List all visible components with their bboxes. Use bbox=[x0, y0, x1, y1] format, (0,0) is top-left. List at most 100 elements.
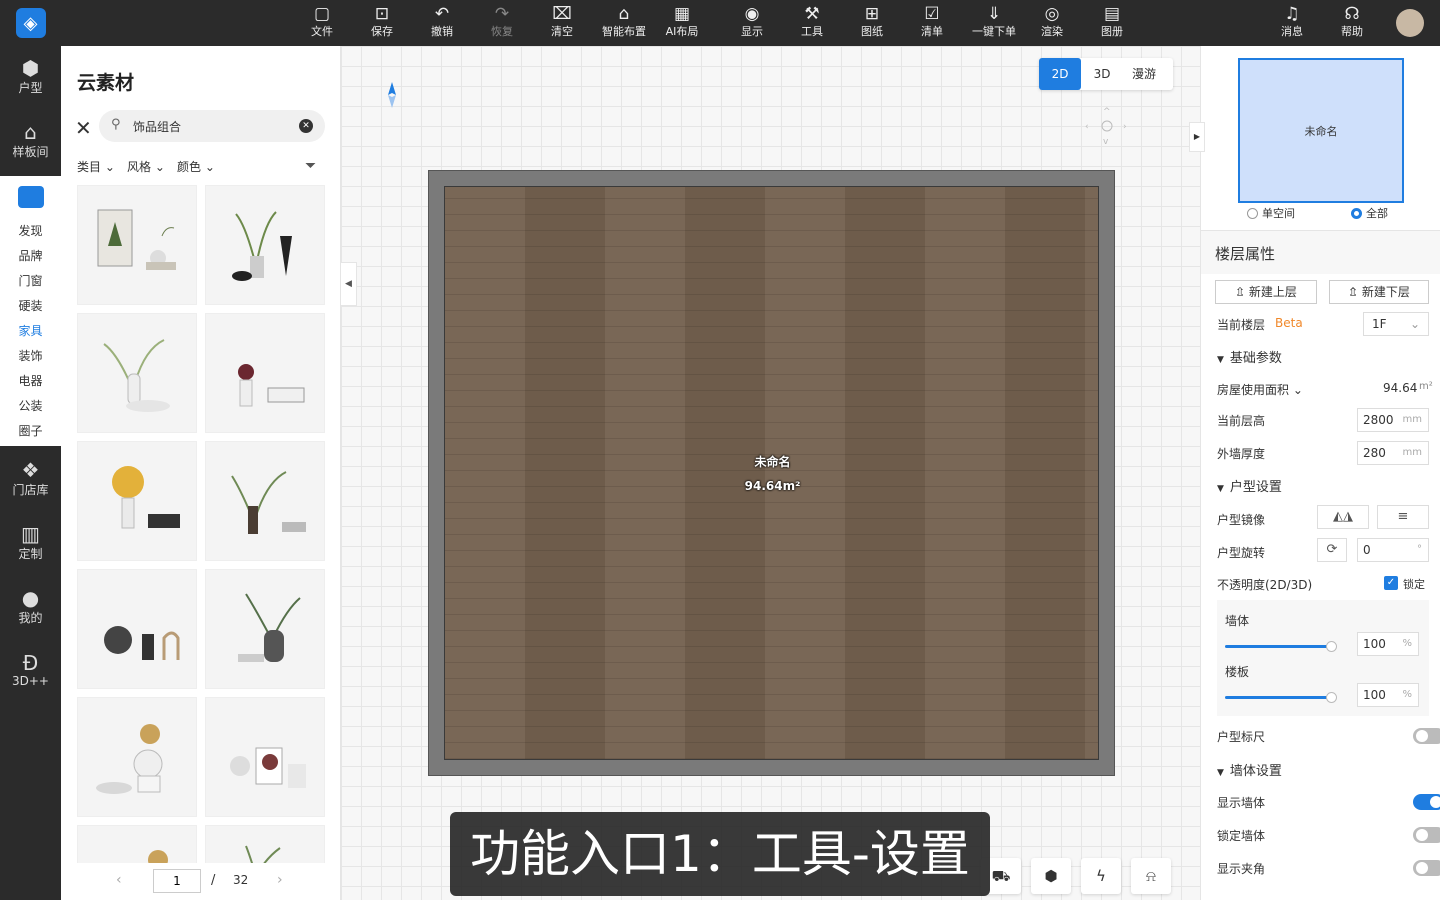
material-card[interactable] bbox=[205, 313, 325, 433]
mirror-horizontal-button[interactable]: ◭◮ bbox=[1317, 505, 1369, 529]
material-card[interactable] bbox=[77, 441, 197, 561]
material-card[interactable] bbox=[205, 441, 325, 561]
nav-sub-brand[interactable]: 品牌 bbox=[0, 247, 61, 264]
clear-button[interactable]: ⌧ 清空 bbox=[534, 4, 590, 44]
view-2d-button[interactable]: 2D bbox=[1039, 58, 1081, 90]
lock-wall-toggle[interactable] bbox=[1413, 827, 1440, 843]
bell-icon: ♫ bbox=[1284, 4, 1300, 24]
file-button[interactable]: ▢ 文件 bbox=[294, 4, 350, 44]
nav-sub-commercial[interactable]: 公装 bbox=[0, 397, 61, 414]
album-button[interactable]: ▤ 图册 bbox=[1084, 4, 1140, 44]
section-layout[interactable]: ▼ 户型设置 bbox=[1217, 476, 1282, 495]
view-walk-button[interactable]: 漫游 bbox=[1123, 58, 1165, 90]
new-lower-floor-button[interactable]: ⇬ 新建下层 bbox=[1329, 280, 1429, 304]
slider-handle[interactable] bbox=[1326, 692, 1337, 703]
material-grid bbox=[77, 185, 327, 863]
material-card[interactable] bbox=[205, 697, 325, 817]
display-button[interactable]: ◉ 显示 bbox=[724, 4, 780, 44]
material-card[interactable] bbox=[77, 313, 197, 433]
show-angle-toggle[interactable] bbox=[1413, 860, 1440, 876]
floor-height-input[interactable]: 2800 mm bbox=[1357, 408, 1429, 432]
wall-opacity-input[interactable]: 100% bbox=[1357, 632, 1419, 656]
nav-sub-decor[interactable]: 装饰 bbox=[0, 347, 61, 364]
nav-sub-furniture[interactable]: 家具 bbox=[0, 322, 61, 339]
section-wall[interactable]: ▼ 墙体设置 bbox=[1217, 760, 1282, 779]
chevron-right-icon[interactable]: ▶ bbox=[1189, 122, 1205, 152]
chevron-left-icon[interactable]: ‹ bbox=[116, 872, 122, 888]
help-button[interactable]: ☊ 帮助 bbox=[1324, 4, 1380, 44]
room-floor[interactable]: 未命名 94.64m² bbox=[444, 186, 1099, 760]
checklist-button[interactable]: ☑ 清单 bbox=[904, 4, 960, 44]
close-icon[interactable]: ✕ bbox=[75, 116, 92, 140]
nav-floorplan[interactable]: ⬢ 户型 bbox=[0, 48, 61, 104]
floor-properties-header: 楼层属性 bbox=[1201, 230, 1440, 274]
material-card[interactable] bbox=[77, 569, 197, 689]
radio-icon bbox=[1247, 207, 1258, 219]
render-button[interactable]: ◎ 渲染 bbox=[1024, 4, 1080, 44]
avatar[interactable] bbox=[1396, 9, 1424, 37]
filter-style[interactable]: 风格 ⌄ bbox=[127, 158, 165, 175]
ai-layout-button[interactable]: ▦ AI布局 bbox=[654, 4, 710, 44]
material-card[interactable] bbox=[77, 185, 197, 305]
notify-button[interactable]: ⍾ bbox=[1131, 858, 1171, 894]
material-card[interactable] bbox=[77, 697, 197, 817]
flash-button[interactable]: ϟ bbox=[1081, 858, 1121, 894]
page-input[interactable] bbox=[153, 869, 201, 893]
clear-search-icon[interactable]: ✕ bbox=[299, 119, 313, 133]
design-canvas[interactable]: 2D 3D 漫游 ^ ‹ › v 未命名 94.64m² ⛟ ⬢ ϟ ⍾ bbox=[341, 46, 1200, 900]
show-wall-toggle[interactable] bbox=[1413, 794, 1440, 810]
slab-opacity-slider[interactable] bbox=[1225, 692, 1337, 703]
material-card[interactable] bbox=[205, 569, 325, 689]
model-button[interactable]: ⬢ bbox=[1031, 858, 1071, 894]
nav-sub-circle[interactable]: 圈子 bbox=[0, 422, 61, 439]
radio-single-space[interactable]: 单空间 bbox=[1247, 205, 1295, 221]
nav-sub-doors[interactable]: 门窗 bbox=[0, 272, 61, 289]
funnel-icon[interactable]: ⏷ bbox=[305, 158, 316, 174]
rotate-45-button[interactable]: ⟳ bbox=[1317, 538, 1347, 562]
lock-wall-row: 锁定墙体 bbox=[1217, 823, 1440, 847]
new-upper-floor-button[interactable]: ⇫ 新建上层 bbox=[1215, 280, 1317, 304]
drawings-button[interactable]: ⊞ 图纸 bbox=[844, 4, 900, 44]
undo-button[interactable]: ↶ 撤销 bbox=[414, 4, 470, 44]
nav-mine[interactable]: ● 我的 bbox=[0, 578, 61, 634]
view-3d-button[interactable]: 3D bbox=[1081, 58, 1123, 90]
save-button[interactable]: ⊡ 保存 bbox=[354, 4, 410, 44]
nav-store-library[interactable]: ❖ 门店库 bbox=[0, 450, 61, 506]
collapse-panel-button[interactable]: ◀ bbox=[341, 262, 357, 306]
rotate-input[interactable]: 0 ° bbox=[1357, 538, 1429, 562]
nav-showroom[interactable]: ⌂ 样板间 bbox=[0, 112, 61, 168]
messages-button[interactable]: ♫ 消息 bbox=[1264, 4, 1320, 44]
redo-button[interactable]: ↷ 恢复 bbox=[474, 4, 530, 44]
slider-handle[interactable] bbox=[1326, 641, 1337, 652]
material-card[interactable] bbox=[205, 825, 325, 863]
filter-category[interactable]: 类目 ⌄ bbox=[77, 158, 115, 175]
one-click-order-button[interactable]: ⇓ 一键下单 bbox=[964, 4, 1024, 44]
minimap-room[interactable]: 未命名 bbox=[1238, 58, 1404, 203]
tools-button[interactable]: ⚒ 工具 bbox=[784, 4, 840, 44]
material-card[interactable] bbox=[205, 185, 325, 305]
wall-thickness-input[interactable]: 280 mm bbox=[1357, 441, 1429, 465]
material-card[interactable] bbox=[77, 825, 197, 863]
ruler-toggle[interactable] bbox=[1413, 728, 1440, 744]
mirror-vertical-button[interactable]: ≡ bbox=[1377, 505, 1429, 529]
lock-checkbox[interactable]: ✓ bbox=[1384, 576, 1398, 590]
radio-all[interactable]: 全部 bbox=[1351, 205, 1388, 221]
nav-sub-hardfit[interactable]: 硬装 bbox=[0, 297, 61, 314]
section-basic[interactable]: ▼ 基础参数 bbox=[1217, 347, 1282, 366]
search-input[interactable] bbox=[133, 116, 283, 136]
ruler-row: 户型标尺 bbox=[1217, 724, 1440, 748]
app-logo[interactable]: ◈ bbox=[0, 0, 61, 46]
smart-layout-button[interactable]: ⌂ 智能布置 bbox=[594, 4, 654, 44]
chevron-right-icon[interactable]: › bbox=[277, 872, 283, 888]
filter-color[interactable]: 颜色 ⌄ bbox=[177, 158, 215, 175]
wall-opacity-slider[interactable] bbox=[1225, 641, 1337, 652]
slab-opacity-input[interactable]: 100% bbox=[1357, 683, 1419, 707]
nav-3dplus[interactable]: Ɖ 3D++ bbox=[0, 642, 61, 698]
nav-sub-discover[interactable]: 发现 bbox=[0, 222, 61, 239]
floor-select[interactable]: 1F ⌄ bbox=[1363, 312, 1429, 336]
nav-sub-appliances[interactable]: 电器 bbox=[0, 372, 61, 389]
slab-opacity-label: 楼板 bbox=[1225, 665, 1250, 679]
pan-control-icon[interactable]: ^ ‹ › v bbox=[1085, 106, 1129, 146]
nav-custom[interactable]: ▥ 定制 bbox=[0, 514, 61, 570]
area-label[interactable]: 房屋使用面积 ⌄ bbox=[1217, 381, 1303, 398]
